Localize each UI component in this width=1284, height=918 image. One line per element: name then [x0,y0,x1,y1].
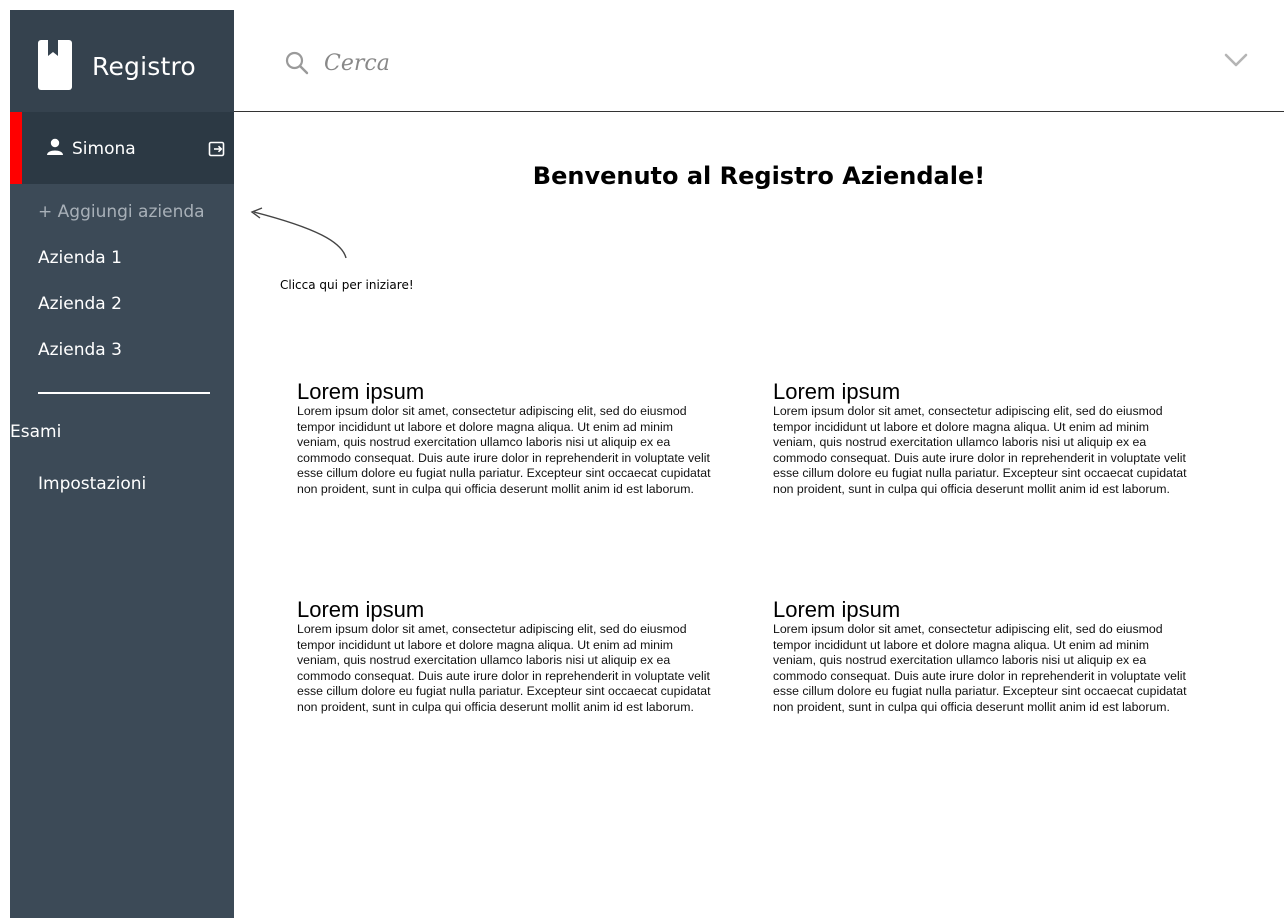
page-title: Benvenuto al Registro Aziendale! [532,162,986,190]
card-body: Lorem ipsum dolor sit amet, consectetur … [773,404,1187,496]
card-title: Lorem ipsum [297,379,425,404]
logout-icon[interactable] [208,140,226,158]
brand-header: Registro [10,10,234,112]
search-icon [285,51,309,75]
hint-text: Clicca qui per iniziare! [280,278,414,292]
info-card: Lorem ipsum Lorem ipsum dolor sit amet, … [773,598,1193,716]
sidebar-item-azienda-3[interactable]: Azienda 3 [38,340,122,360]
user-name: Simona [72,139,136,159]
info-card: Lorem ipsum Lorem ipsum dolor sit amet, … [773,380,1193,498]
sidebar-item-azienda-1[interactable]: Azienda 1 [38,248,122,268]
card-body: Lorem ipsum dolor sit amet, consectetur … [297,404,711,496]
bookmark-icon [38,40,72,90]
card-title: Lorem ipsum [297,597,425,622]
search-input[interactable] [324,46,1084,80]
chevron-down-icon[interactable] [1224,52,1248,68]
sidebar-item-esami[interactable]: Esami [10,422,61,442]
app-title: Registro [92,52,196,81]
info-card: Lorem ipsum Lorem ipsum dolor sit amet, … [297,598,717,716]
add-company-link[interactable]: + Aggiungi azienda [38,202,205,222]
card-body: Lorem ipsum dolor sit amet, consectetur … [773,622,1187,714]
sidebar-divider [38,392,210,394]
card-title: Lorem ipsum [773,379,901,404]
annotation-arrow-icon [250,207,347,259]
info-card: Lorem ipsum Lorem ipsum dolor sit amet, … [297,380,717,498]
top-bar [234,10,1284,112]
user-icon [47,138,63,155]
user-row[interactable]: Simona [10,112,234,184]
sidebar-item-azienda-2[interactable]: Azienda 2 [38,294,122,314]
card-title: Lorem ipsum [773,597,901,622]
sidebar: Registro Simona + Aggiungi azienda Azien… [10,10,234,918]
sidebar-item-impostazioni[interactable]: Impostazioni [38,474,146,494]
card-body: Lorem ipsum dolor sit amet, consectetur … [297,622,711,714]
